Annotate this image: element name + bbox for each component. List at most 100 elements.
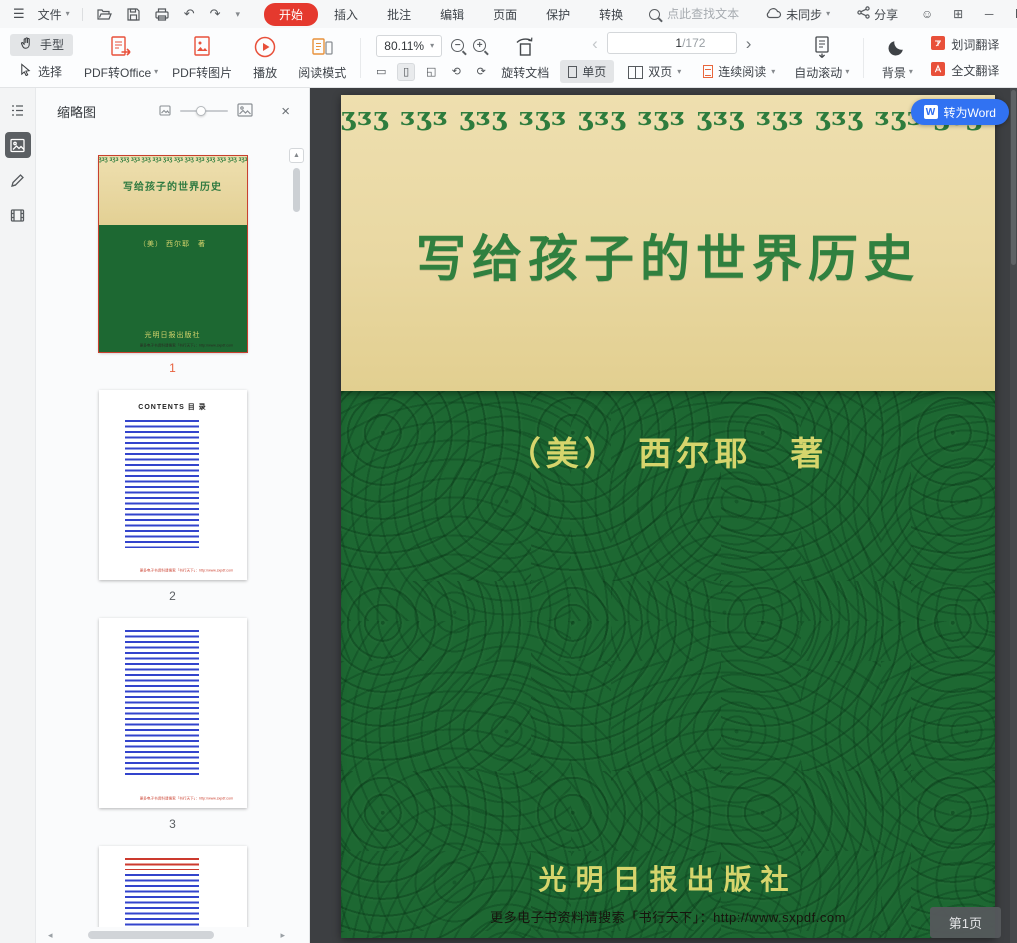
fit-width-icon[interactable]: ◱ — [422, 63, 440, 81]
thumbnail-image-4[interactable] — [99, 846, 247, 927]
thumbnail-page-1[interactable]: ʒᴣʒ ᴣʒᴣ ʒᴣʒ ᴣʒᴣ ʒᴣʒ ᴣʒᴣ ʒᴣʒ ᴣʒᴣ ʒᴣʒ ᴣʒᴣ … — [99, 156, 247, 375]
previous-view-icon[interactable]: ⟲ — [447, 63, 465, 81]
tab-protect[interactable]: 保护 — [546, 6, 570, 23]
compress-button[interactable]: 压缩 — [1007, 32, 1017, 84]
double-page-label: 双页 — [648, 63, 672, 80]
page-number-input[interactable] — [638, 36, 682, 50]
minimize-button[interactable]: ─ — [981, 7, 997, 21]
open-file-icon[interactable] — [97, 8, 112, 21]
thumbnail-panel-header: 缩略图 × — [36, 88, 309, 134]
thumbnail-image-3[interactable]: 更多电子书资料请搜索「书行天下」：http://www.sxpdf.com — [99, 618, 247, 808]
double-page-icon — [628, 66, 643, 78]
thumbnail-panel: 缩略图 × ʒᴣʒ ᴣʒᴣ ʒᴣʒ ᴣʒᴣ ʒᴣʒ ᴣʒᴣ ʒᴣʒ ᴣʒᴣ ʒᴣ… — [36, 88, 310, 943]
zoom-select[interactable]: 80.11% ▾ — [376, 35, 442, 57]
page-total-label: /172 — [682, 36, 705, 50]
tab-insert[interactable]: 插入 — [334, 6, 358, 23]
share-button[interactable]: 分享 — [851, 6, 904, 23]
double-page-button[interactable]: 双页 ▾ — [620, 60, 689, 83]
convert-to-word-button[interactable]: W 转为Word — [911, 99, 1009, 125]
outline-panel-icon[interactable] — [5, 97, 31, 123]
media-panel-icon[interactable] — [5, 202, 31, 228]
search-input[interactable] — [667, 7, 759, 21]
auto-scroll-label: 自动滚动 — [794, 64, 842, 81]
background-button[interactable]: 背景▾ — [871, 32, 923, 84]
play-button[interactable]: 播放 — [239, 32, 291, 84]
word-translation-button[interactable]: 划词翻译 — [927, 34, 1003, 55]
slider-knob[interactable] — [196, 106, 206, 116]
close-panel-icon[interactable]: × — [281, 104, 290, 119]
undo-icon[interactable]: ↶ — [184, 6, 195, 22]
thumbnail-page-2[interactable]: CONTENTS 目 录 更多电子书资料请搜索「书行天下」：http://www… — [99, 390, 247, 603]
scroll-right-icon[interactable]: ▸ — [280, 931, 285, 940]
divider — [82, 8, 83, 21]
full-translation-button[interactable]: 全文翻译 — [927, 60, 1003, 81]
chevron-down-icon: ▾ — [677, 68, 681, 76]
auto-scroll-icon — [811, 35, 833, 59]
zoom-in-icon[interactable] — [473, 39, 486, 52]
annotation-panel-icon[interactable] — [5, 167, 31, 193]
page-number-box[interactable]: /172 — [607, 32, 737, 54]
previous-page-icon[interactable]: ‹ — [583, 35, 607, 52]
thumbnail-smaller-icon[interactable] — [159, 104, 171, 119]
apps-grid-icon[interactable]: ⊞ — [950, 7, 966, 21]
thumbnail-page-4[interactable]: 4 — [99, 846, 247, 927]
scrollbar-thumb[interactable] — [1011, 90, 1016, 265]
thumbnail-image-1[interactable]: ʒᴣʒ ᴣʒᴣ ʒᴣʒ ᴣʒᴣ ʒᴣʒ ᴣʒᴣ ʒᴣʒ ᴣʒᴣ ʒᴣʒ ᴣʒᴣ … — [99, 156, 247, 352]
pdf-to-office-icon — [109, 35, 133, 59]
document-viewer[interactable]: ʒᴣʒ ᴣʒᴣ ʒᴣʒ ᴣʒᴣ ʒᴣʒ ᴣʒᴣ ʒᴣʒ ᴣʒᴣ ʒᴣʒ ᴣʒᴣ … — [310, 88, 1017, 943]
toc-heading: CONTENTS 目 录 — [99, 402, 247, 412]
next-view-icon[interactable]: ⟳ — [472, 63, 490, 81]
scroll-left-icon[interactable]: ◂ — [48, 931, 53, 940]
print-icon[interactable] — [155, 8, 169, 21]
tab-edit[interactable]: 编辑 — [440, 6, 464, 23]
scrollbar-thumb[interactable] — [88, 931, 214, 939]
toc-lines — [125, 630, 199, 778]
scrollbar-track[interactable] — [58, 931, 276, 939]
maximize-button[interactable] — [1012, 7, 1017, 21]
thumbnail-page-3[interactable]: 更多电子书资料请搜索「书行天下」：http://www.sxpdf.com 3 — [99, 618, 247, 831]
tab-page[interactable]: 页面 — [493, 6, 517, 23]
viewer-scrollbar[interactable] — [1010, 88, 1017, 943]
search-box[interactable] — [649, 7, 759, 21]
actual-size-icon[interactable]: ▭ — [372, 63, 390, 81]
scrollbar-thumb[interactable] — [293, 168, 300, 212]
thumbnail-footer-text: 更多电子书资料请搜索「书行天下」：http://www.sxpdf.com — [139, 568, 206, 573]
chevron-down-icon: ▾ — [771, 68, 775, 76]
thumbnail-footer-text: 更多电子书资料请搜索「书行天下」：http://www.sxpdf.com — [139, 796, 206, 801]
tab-start[interactable]: 开始 — [264, 3, 318, 26]
hamburger-menu-icon[interactable]: ☰ — [6, 6, 32, 22]
convert-to-word-label: 转为Word — [944, 104, 996, 121]
fit-page-icon[interactable]: ▯ — [397, 63, 415, 81]
thumbnail-size-slider[interactable] — [180, 105, 228, 117]
thumbnail-image-2[interactable]: CONTENTS 目 录 更多电子书资料请搜索「书行天下」：http://www… — [99, 390, 247, 580]
zoom-out-icon[interactable] — [451, 39, 464, 52]
single-page-button[interactable]: 单页 — [560, 60, 614, 83]
chevron-down-icon: ▾ — [430, 42, 434, 50]
feedback-icon[interactable]: ☺ — [919, 7, 935, 21]
thumbnail-larger-icon[interactable] — [237, 103, 253, 120]
tab-convert[interactable]: 转换 — [599, 6, 623, 23]
chevron-down-icon: ▾ — [845, 68, 849, 76]
scroll-up-icon[interactable]: ▲ — [289, 148, 304, 163]
sync-status-button[interactable]: 未同步 ▾ — [759, 6, 836, 23]
save-icon[interactable] — [127, 8, 140, 21]
pdf-to-office-button[interactable]: PDF转Office▾ — [77, 32, 165, 84]
continuous-reading-button[interactable]: 连续阅读 ▾ — [695, 60, 783, 83]
book-author: （美） 西尔耶 著 — [341, 391, 995, 475]
redo-icon[interactable]: ↷ — [210, 6, 221, 22]
thumbnail-panel-icon[interactable] — [5, 132, 31, 158]
thumbnail-horizontal-scrollbar[interactable]: ◂ ▸ — [48, 929, 285, 941]
reading-mode-button[interactable]: 阅读模式 — [291, 32, 353, 84]
next-page-icon[interactable]: › — [737, 35, 761, 52]
rotate-document-button[interactable]: 旋转文档 — [494, 32, 556, 84]
thumbnail-page-number: 2 — [99, 589, 247, 603]
auto-scroll-button[interactable]: 自动滚动▾ — [787, 32, 856, 84]
select-tool-button[interactable]: 选择 — [10, 61, 73, 82]
quick-access-chevron-icon[interactable]: ▾ — [236, 10, 241, 19]
file-menu[interactable]: 文件 ▾ — [32, 6, 76, 23]
thumbnail-vertical-scrollbar[interactable]: ▲ — [289, 148, 307, 212]
pdf-to-image-button[interactable]: PDF转图片 — [165, 32, 239, 84]
hand-tool-button[interactable]: 手型 — [10, 34, 73, 56]
rotate-document-label: 旋转文档 — [501, 64, 549, 81]
tab-annotate[interactable]: 批注 — [387, 6, 411, 23]
